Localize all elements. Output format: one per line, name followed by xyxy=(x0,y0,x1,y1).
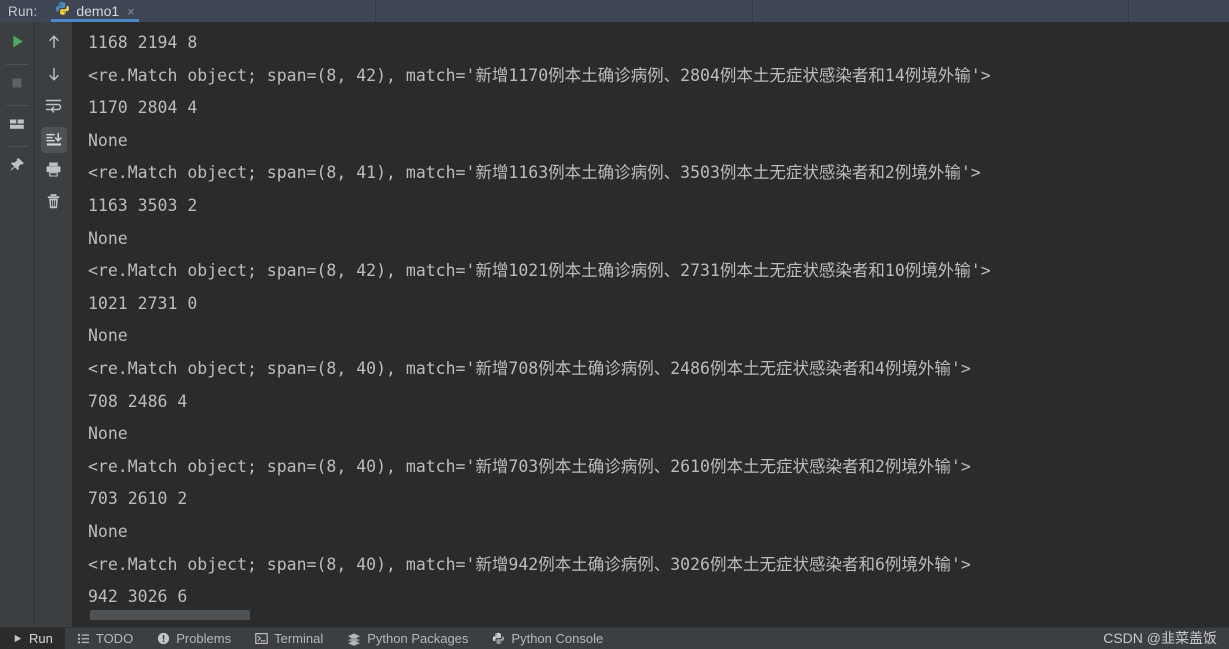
console-line: <re.Match object; span=(8, 40), match='新… xyxy=(88,358,971,378)
console-actions-toolbar xyxy=(35,22,72,627)
print-button[interactable] xyxy=(35,156,72,188)
console-line: 1021 2731 0 xyxy=(88,293,198,313)
trash-icon xyxy=(44,192,63,216)
console-line: None xyxy=(88,424,128,444)
run-actions-toolbar xyxy=(0,22,34,627)
play-small-icon xyxy=(12,633,23,644)
console-hscrollbar-thumb[interactable] xyxy=(90,610,250,620)
statusbar-item-todo[interactable]: TODO xyxy=(65,628,145,649)
statusbar-item-python-console[interactable]: Python Console xyxy=(480,628,615,649)
scroll-to-end-icon xyxy=(40,127,67,153)
play-icon xyxy=(9,33,26,55)
terminal-icon xyxy=(255,632,268,645)
statusbar-item-label: Terminal xyxy=(274,631,324,646)
console-line: 708 2486 4 xyxy=(88,391,188,411)
console-line: <re.Match object; span=(8, 40), match='新… xyxy=(88,456,971,476)
console-line: 1163 3503 2 xyxy=(88,195,198,215)
toolbar-divider-a xyxy=(6,64,28,65)
run-toolwindow-header: Run: demo1 × xyxy=(0,0,1229,22)
statusbar-item-python-packages[interactable]: Python Packages xyxy=(335,628,480,649)
arrow-down-icon xyxy=(45,65,63,88)
console-line: 1168 2194 8 xyxy=(88,33,198,52)
statusbar-item-problems[interactable]: Problems xyxy=(145,628,243,649)
console-line: <re.Match object; span=(8, 42), match='新… xyxy=(88,65,991,85)
topbar-divider-1 xyxy=(375,0,376,22)
console-line: None xyxy=(88,326,128,346)
close-icon[interactable]: × xyxy=(125,5,135,18)
scroll-to-end-button[interactable] xyxy=(35,124,72,156)
console-line: 1170 2804 4 xyxy=(88,98,198,118)
arrow-up-icon xyxy=(45,33,63,56)
run-button[interactable] xyxy=(0,28,34,60)
tab-title: demo1 xyxy=(76,3,120,19)
console-line: <re.Match object; span=(8, 42), match='新… xyxy=(88,261,991,281)
watermark: CSDN @韭菜盖饭 xyxy=(1103,630,1217,646)
console-line: None xyxy=(88,521,128,541)
pycharm-run-window: Run: demo1 × 1168 2194 8 <re.Match objec… xyxy=(0,0,1229,649)
console-hscrollbar[interactable] xyxy=(72,605,1229,627)
statusbar-item-label: Python Console xyxy=(511,631,604,646)
statusbar-item-run[interactable]: Run xyxy=(0,627,65,649)
statusbar-item-label: TODO xyxy=(95,631,134,646)
topbar-divider-2 xyxy=(752,0,753,22)
down-button[interactable] xyxy=(35,60,72,92)
soft-wrap-button[interactable] xyxy=(35,92,72,124)
todo-list-icon xyxy=(77,632,90,645)
console-output-area[interactable]: 1168 2194 8 <re.Match object; span=(8, 4… xyxy=(72,22,1229,627)
layout-icon xyxy=(8,115,26,138)
clear-button[interactable] xyxy=(35,188,72,220)
status-bar: Run TODO Problems Terminal Python Packag… xyxy=(0,627,1229,649)
pin-icon xyxy=(8,156,26,179)
stop-button[interactable] xyxy=(0,69,34,101)
run-label: Run: xyxy=(8,3,38,19)
console-line: <re.Match object; span=(8, 40), match='新… xyxy=(88,554,971,574)
statusbar-item-label: Problems xyxy=(176,631,232,646)
console-lines: 1168 2194 8 <re.Match object; span=(8, 4… xyxy=(88,27,1229,614)
console-line: <re.Match object; span=(8, 41), match='新… xyxy=(88,163,981,183)
statusbar-item-label: Run xyxy=(29,631,53,646)
up-button[interactable] xyxy=(35,28,72,60)
console-line: 703 2610 2 xyxy=(88,489,188,509)
python-small-icon xyxy=(492,632,505,645)
topbar-divider-3 xyxy=(1128,0,1129,22)
layout-button[interactable] xyxy=(0,110,34,142)
toolbar-divider-c xyxy=(6,146,28,147)
printer-icon xyxy=(44,160,63,184)
soft-wrap-icon xyxy=(44,96,63,120)
console-line: None xyxy=(88,228,128,248)
console-line: None xyxy=(88,130,128,150)
statusbar-item-terminal[interactable]: Terminal xyxy=(243,628,335,649)
packages-icon xyxy=(347,632,361,646)
stop-square-icon xyxy=(9,75,25,96)
statusbar-item-label: Python Packages xyxy=(367,631,469,646)
toolbar-divider-b xyxy=(6,105,28,106)
warning-circle-icon xyxy=(157,632,170,645)
pin-button[interactable] xyxy=(0,151,34,183)
tab-demo1[interactable]: demo1 × xyxy=(47,0,140,22)
python-icon xyxy=(55,1,70,21)
